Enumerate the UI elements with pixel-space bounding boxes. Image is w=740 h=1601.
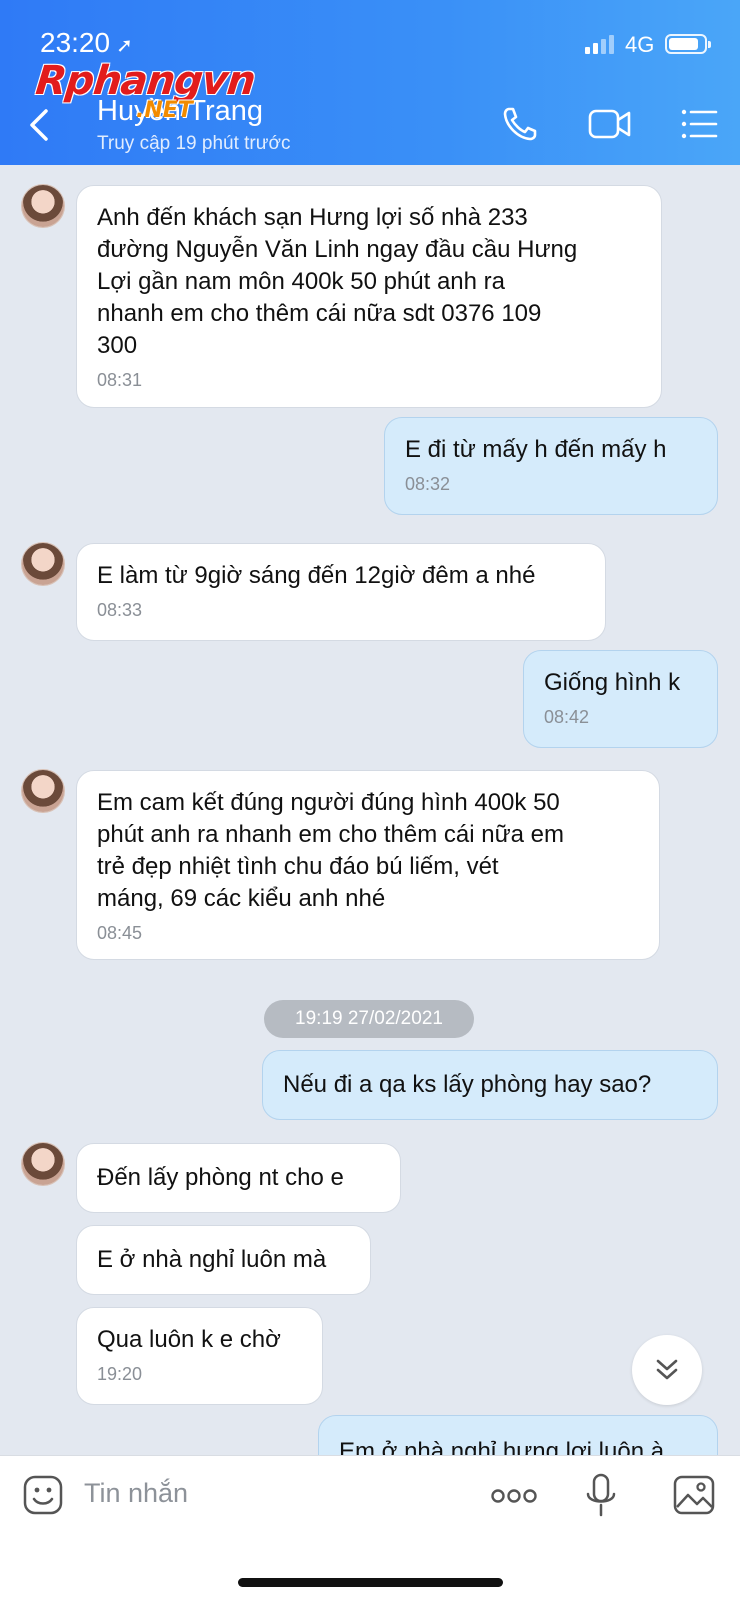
emoji-icon [23,1475,63,1515]
video-call-icon [588,109,631,139]
gallery-button[interactable] [672,1474,716,1521]
message-text: Anh đến khách sạn Hưng lợi số nhà 233 đư… [97,204,578,359]
avatar[interactable] [22,770,64,812]
message-bubble-outgoing[interactable]: Giống hình k 08:42 [523,650,718,748]
avatar[interactable] [22,1143,64,1185]
video-call-button[interactable] [587,104,633,149]
network-type: 4G [625,32,655,57]
chat-header: 23:20 ➚ 4G Huyền Trang Truy cập 19 phút t… [0,0,740,165]
message-text: E đi từ mấy h đến mấy h [405,436,667,463]
message-bubble-incoming[interactable]: Em cam kết đúng người đúng hình 400k 50 … [76,770,660,960]
battery-level [669,38,698,50]
message-bubble-outgoing[interactable]: Em ở nhà nghỉ hưng lợi luôn à [318,1415,718,1455]
message-list[interactable]: Anh đến khách sạn Hưng lợi số nhà 233 đư… [0,165,740,1455]
battery-icon [665,34,711,54]
chevron-double-down-icon [656,1359,678,1380]
message-text: E ở nhà nghỉ luôn mà [97,1246,327,1273]
gallery-icon [673,1475,715,1515]
message-bubble-incoming[interactable]: Đến lấy phòng nt cho e [76,1143,401,1213]
last-seen-status: Truy cập 19 phút trước [97,133,291,154]
menu-button[interactable] [680,104,720,149]
date-separator: 19:19 27/02/2021 [264,1000,474,1038]
message-time: 08:45 [97,923,143,943]
message-text: Đến lấy phòng nt cho e [97,1164,344,1191]
message-text: Qua luôn k e chờ [97,1326,281,1353]
voice-button[interactable] [585,1472,617,1525]
back-button[interactable] [24,105,54,145]
back-icon [30,109,48,141]
message-text: E làm từ 9giờ sáng đến 12giờ đêm a nhé [97,562,536,589]
message-time: 08:42 [544,707,590,727]
message-time: 19:20 [97,1364,143,1384]
status-time-text: 23:20 [40,27,111,58]
signal-icon [585,35,614,54]
scroll-to-bottom-button[interactable] [632,1335,702,1405]
message-bubble-incoming[interactable]: E làm từ 9giờ sáng đến 12giờ đêm a nhé 0… [76,543,606,641]
message-text: Em ở nhà nghỉ hưng lợi luôn à [339,1438,665,1455]
location-arrow-icon: ➚ [116,35,133,57]
message-text: Nếu đi a qa ks lấy phòng hay sao? [283,1071,652,1098]
message-time: 08:33 [97,600,143,620]
message-time: 08:32 [405,474,451,494]
watermark-suffix: .NET [136,98,193,123]
avatar[interactable] [22,185,64,227]
message-time: 08:31 [97,370,143,390]
message-bubble-incoming[interactable]: Anh đến khách sạn Hưng lợi số nhà 233 đư… [76,185,662,408]
menu-icon [681,109,718,139]
emoji-button[interactable] [22,1474,64,1521]
avatar[interactable] [22,543,64,585]
message-bubble-incoming[interactable]: Qua luôn k e chờ 19:20 [76,1307,323,1405]
message-input[interactable]: Tin nhắn [84,1478,188,1509]
status-time: 23:20 ➚ [40,27,133,59]
home-indicator [238,1578,503,1587]
phone-icon [503,107,537,141]
microphone-icon [586,1473,616,1517]
message-bubble-incoming[interactable]: E ở nhà nghỉ luôn mà [76,1225,371,1295]
message-bubble-outgoing[interactable]: Nếu đi a qa ks lấy phòng hay sao? [262,1050,718,1120]
more-icon [491,1489,537,1503]
more-button[interactable] [490,1484,538,1513]
call-button[interactable] [500,104,540,149]
message-text: Giống hình k [544,669,681,696]
message-bubble-outgoing[interactable]: E đi từ mấy h đến mấy h 08:32 [384,417,718,515]
message-text: Em cam kết đúng người đúng hình 400k 50 … [97,789,565,912]
